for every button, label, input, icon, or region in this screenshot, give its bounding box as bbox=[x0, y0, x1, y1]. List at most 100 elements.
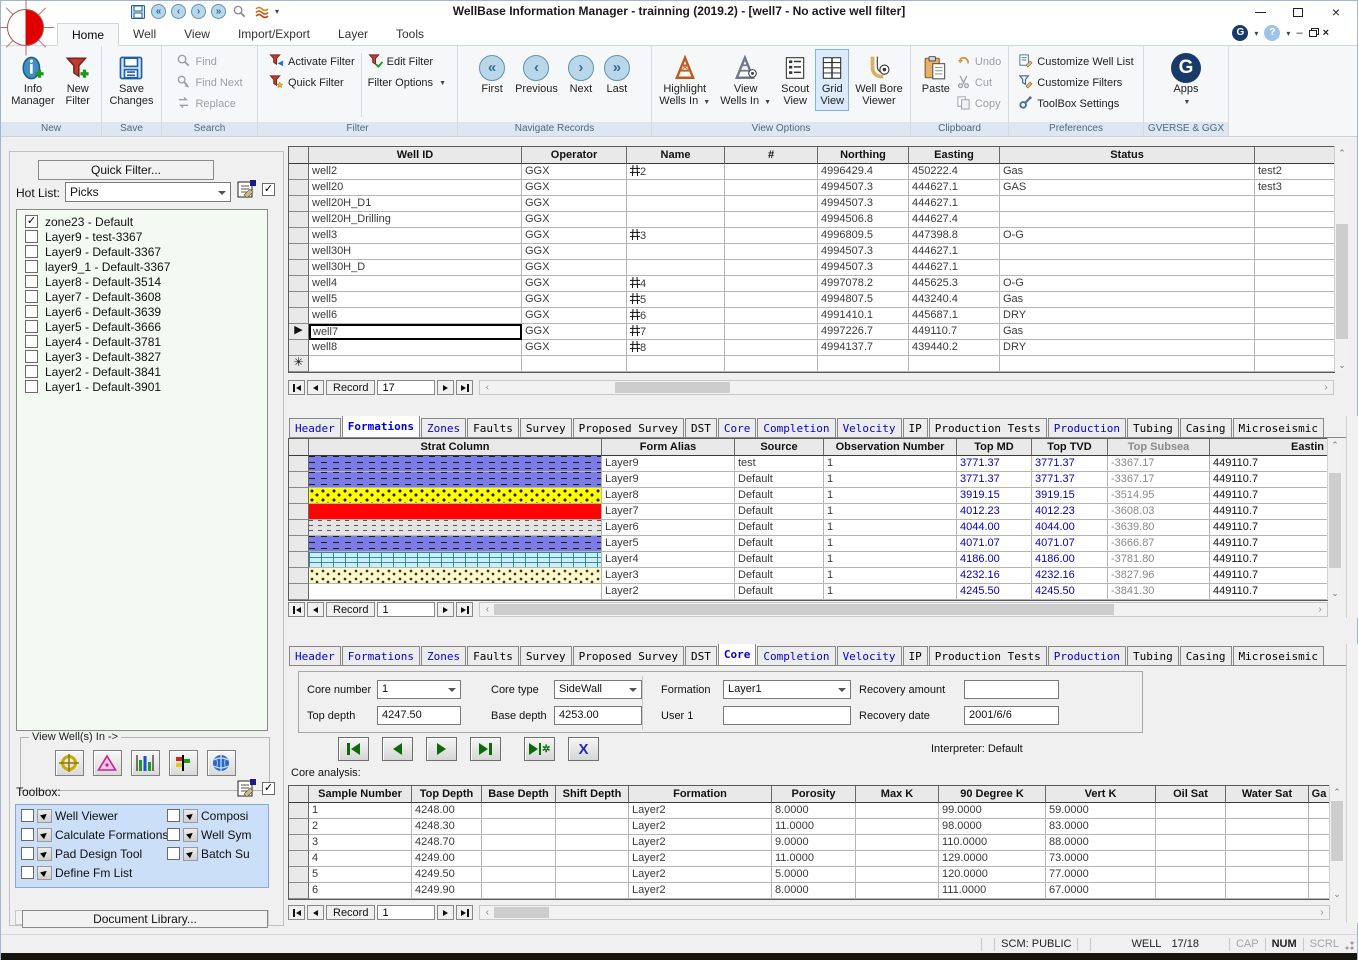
table-cell[interactable] bbox=[482, 867, 556, 883]
list-item[interactable]: Layer7 - Default-3608 bbox=[17, 289, 267, 304]
checkbox[interactable]: ✓ bbox=[25, 215, 38, 228]
table-cell[interactable]: well7 bbox=[309, 324, 522, 340]
table-cell[interactable]: well5 bbox=[309, 292, 522, 308]
table-cell[interactable] bbox=[1156, 835, 1226, 851]
table-cell[interactable]: Default bbox=[735, 568, 824, 584]
core-outer-scrollbar[interactable] bbox=[1346, 644, 1358, 923]
table-cell[interactable]: 4012.23 bbox=[1032, 504, 1108, 520]
table-cell[interactable]: 4248.70 bbox=[412, 835, 482, 851]
formations-vscrollbar[interactable]: ⌃ ⌄ bbox=[1327, 438, 1342, 600]
table-cell[interactable]: Layer9 bbox=[602, 472, 735, 488]
record-first-button[interactable] bbox=[338, 737, 369, 761]
record-next-button[interactable] bbox=[437, 380, 454, 395]
table-cell[interactable]: 73.0000 bbox=[1046, 851, 1156, 867]
table-cell[interactable]: -3367.17 bbox=[1108, 472, 1210, 488]
new-filter-button[interactable]: NewFilter bbox=[61, 49, 95, 111]
table-cell[interactable]: Default bbox=[735, 584, 824, 600]
copy-button[interactable]: Copy bbox=[956, 95, 1001, 113]
help-menu-caret-icon[interactable]: ▾ bbox=[1286, 29, 1290, 38]
row-selector[interactable] bbox=[289, 819, 309, 835]
table-cell[interactable] bbox=[1255, 244, 1335, 260]
close-button[interactable]: × bbox=[1319, 1, 1353, 23]
row-selector[interactable] bbox=[289, 472, 309, 488]
table-cell[interactable] bbox=[556, 883, 629, 899]
table-cell[interactable] bbox=[1226, 883, 1309, 899]
row-selector[interactable] bbox=[289, 456, 309, 472]
scroll-right-icon[interactable]: › bbox=[1313, 603, 1327, 616]
table-cell[interactable]: well3 bbox=[309, 228, 522, 244]
table-cell[interactable] bbox=[856, 803, 939, 819]
table-cell[interactable]: 4232.16 bbox=[957, 568, 1032, 584]
record-delete-button[interactable]: X bbox=[568, 737, 599, 761]
table-cell[interactable]: 4996809.5 bbox=[818, 228, 909, 244]
row-selector[interactable] bbox=[289, 164, 309, 180]
table-cell[interactable]: GGX bbox=[522, 180, 627, 196]
tab-dst[interactable]: DST bbox=[685, 418, 717, 437]
table-cell[interactable]: 449110.7 bbox=[1210, 456, 1328, 472]
table-row[interactable]: Layer2Default14245.504245.50-3841.304491… bbox=[289, 584, 1327, 600]
checkbox[interactable] bbox=[21, 809, 34, 822]
checkbox[interactable] bbox=[25, 245, 38, 258]
record-prev-button[interactable] bbox=[307, 905, 324, 920]
checkbox[interactable] bbox=[25, 365, 38, 378]
core-number-select[interactable]: 1 bbox=[377, 680, 461, 699]
table-cell[interactable]: 4012.23 bbox=[957, 504, 1032, 520]
table-cell[interactable]: 4 bbox=[309, 851, 412, 867]
table-cell[interactable] bbox=[725, 180, 818, 196]
ribbon-tab-view[interactable]: View bbox=[170, 23, 224, 46]
table-cell[interactable]: GGX bbox=[522, 308, 627, 324]
table-cell[interactable] bbox=[1255, 196, 1335, 212]
minimize-button[interactable] bbox=[1243, 1, 1277, 23]
table-cell[interactable] bbox=[1255, 228, 1335, 244]
tab-dst[interactable]: DST bbox=[685, 646, 717, 665]
table-cell[interactable]: Layer5 bbox=[602, 536, 735, 552]
table-cell[interactable]: test3 bbox=[1255, 180, 1335, 196]
table-cell[interactable] bbox=[556, 803, 629, 819]
next-button[interactable]: ›Next bbox=[564, 49, 598, 99]
doc-minimize-icon[interactable]: – bbox=[1296, 27, 1302, 39]
table-cell[interactable] bbox=[725, 244, 818, 260]
row-selector[interactable]: ▶ bbox=[289, 324, 309, 340]
row-selector[interactable] bbox=[289, 228, 309, 244]
list-item[interactable]: Layer4 - Default-3781 bbox=[17, 334, 267, 349]
table-row[interactable]: ✳ bbox=[289, 356, 1334, 372]
tab-zones[interactable]: Zones bbox=[421, 418, 466, 437]
table-cell[interactable]: 3919.15 bbox=[1032, 488, 1108, 504]
table-cell[interactable]: Default bbox=[735, 472, 824, 488]
table-row[interactable]: well6GGX64991410.1445687.1DRY bbox=[289, 308, 1334, 324]
table-cell[interactable]: 3771.37 bbox=[1032, 472, 1108, 488]
table-row[interactable]: Layer8Default13919.153919.15-3514.954491… bbox=[289, 488, 1327, 504]
table-cell[interactable] bbox=[725, 324, 818, 340]
table-cell[interactable]: 8.0000 bbox=[772, 883, 856, 899]
launch-arrow-icon[interactable]: ▶ bbox=[37, 866, 52, 880]
table-cell[interactable] bbox=[1000, 356, 1255, 372]
table-cell[interactable]: 1 bbox=[824, 456, 957, 472]
toolbox-checkbox[interactable]: ✓ bbox=[262, 782, 275, 795]
table-cell[interactable]: Layer2 bbox=[629, 819, 772, 835]
doc-restore-icon[interactable] bbox=[1309, 30, 1317, 37]
table-cell[interactable]: Layer2 bbox=[629, 883, 772, 899]
table-cell[interactable]: 1 bbox=[824, 472, 957, 488]
checkbox[interactable] bbox=[167, 847, 180, 860]
table-cell[interactable]: 111.0000 bbox=[939, 883, 1046, 899]
table-cell[interactable]: 1 bbox=[824, 584, 957, 600]
table-cell[interactable]: 4186.00 bbox=[957, 552, 1032, 568]
table-cell[interactable]: 11.0000 bbox=[772, 819, 856, 835]
table-cell[interactable] bbox=[725, 340, 818, 356]
previous-button[interactable]: ‹Previous bbox=[511, 49, 562, 99]
row-selector[interactable] bbox=[289, 308, 309, 324]
checkbox[interactable] bbox=[25, 380, 38, 393]
table-cell[interactable] bbox=[1309, 867, 1330, 883]
table-row[interactable]: 14248.00Layer28.000099.000059.0000 bbox=[289, 803, 1329, 819]
record-last-button[interactable] bbox=[456, 380, 473, 395]
table-cell[interactable]: 449110.7 bbox=[1210, 584, 1328, 600]
checkbox[interactable] bbox=[167, 809, 180, 822]
table-row[interactable]: 64249.90Layer28.0000111.000067.0000 bbox=[289, 883, 1329, 899]
customize-filters-button[interactable]: Customize Filters bbox=[1018, 74, 1133, 92]
checkbox[interactable] bbox=[25, 260, 38, 273]
table-cell[interactable]: 4249.00 bbox=[412, 851, 482, 867]
tab-casing[interactable]: Casing bbox=[1180, 418, 1232, 437]
scroll-up-icon[interactable]: ⌃ bbox=[1328, 438, 1342, 452]
table-cell[interactable] bbox=[818, 356, 909, 372]
row-selector[interactable] bbox=[289, 851, 309, 867]
